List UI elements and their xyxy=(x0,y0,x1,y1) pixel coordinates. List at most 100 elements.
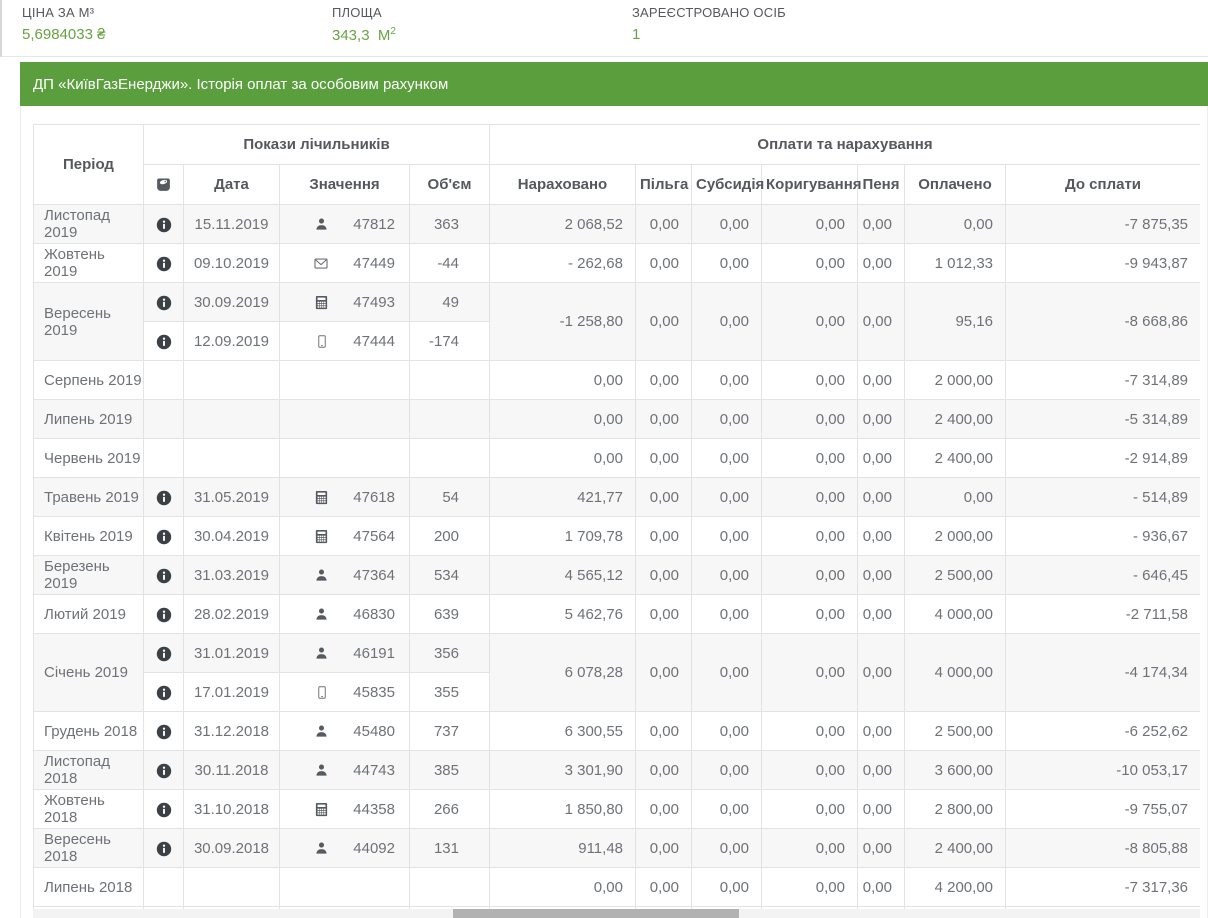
paid-cell: 2 500,00 xyxy=(905,556,1006,595)
reading-value-cell xyxy=(280,400,410,439)
table-row: Листопад 201830.11.2018447433853 301,900… xyxy=(34,751,1201,790)
penalty-cell: 0,00 xyxy=(858,556,905,595)
benefit-cell: 0,00 xyxy=(636,517,692,556)
adjustment-cell: 0,00 xyxy=(762,634,858,712)
info-icon[interactable] xyxy=(156,490,172,506)
stat-label: ПЛОЩА xyxy=(332,5,632,20)
info-icon[interactable] xyxy=(156,217,172,233)
adjustment-cell: 0,00 xyxy=(762,829,858,868)
info-icon[interactable] xyxy=(156,568,172,584)
reading-volume-cell: 54 xyxy=(410,478,490,517)
due-cell: -7 875,35 xyxy=(1006,205,1201,244)
reading-volume-cell: 355 xyxy=(410,673,490,712)
reading-info-cell xyxy=(144,400,184,439)
charged-cell: 4 565,12 xyxy=(490,556,636,595)
paid-cell: 1 012,33 xyxy=(905,244,1006,283)
reading-info-cell xyxy=(144,556,184,595)
calculator-icon xyxy=(314,295,329,310)
charged-cell: 6 078,28 xyxy=(490,634,636,712)
benefit-cell: 0,00 xyxy=(636,868,692,907)
adjustment-cell: 0,00 xyxy=(762,595,858,634)
paid-cell: 0,00 xyxy=(905,205,1006,244)
user-icon xyxy=(314,607,329,622)
charged-cell: 1 850,80 xyxy=(490,790,636,829)
header-benefit: Пільга xyxy=(636,165,692,205)
reading-volume-cell: 639 xyxy=(410,595,490,634)
benefit-cell: 0,00 xyxy=(636,361,692,400)
paid-cell: 4 200,00 xyxy=(905,868,1006,907)
reading-info-cell xyxy=(144,361,184,400)
reading-value-cell: 46191 xyxy=(280,634,410,673)
table-row: Березень 201931.03.2019473645344 565,120… xyxy=(34,556,1201,595)
info-icon[interactable] xyxy=(156,256,172,272)
period-cell: Листопад 2019 xyxy=(34,205,144,244)
due-cell: -2 711,58 xyxy=(1006,595,1201,634)
period-cell: Серпень 2019 xyxy=(34,361,144,400)
stat-value: 1 xyxy=(632,26,786,43)
reading-value: 45835 xyxy=(351,684,395,701)
info-icon[interactable] xyxy=(156,802,172,818)
info-icon[interactable] xyxy=(156,646,172,662)
penalty-cell: 0,00 xyxy=(858,439,905,478)
period-cell: Квітень 2019 xyxy=(34,517,144,556)
subsidy-cell: 0,00 xyxy=(692,361,762,400)
reading-date-cell: 28.02.2019 xyxy=(184,595,280,634)
reading-value-cell: 47812 xyxy=(280,205,410,244)
stat-area: ПЛОЩА 343,3 М2 xyxy=(332,4,632,56)
info-icon[interactable] xyxy=(156,685,172,701)
benefit-cell: 0,00 xyxy=(636,829,692,868)
table-row: Серпень 20190,000,000,000,000,002 000,00… xyxy=(34,361,1201,400)
benefit-cell: 0,00 xyxy=(636,556,692,595)
table-row: Вересень 201930.09.20194749349-1 258,800… xyxy=(34,283,1201,322)
reading-value-cell: 45835 xyxy=(280,673,410,712)
charged-cell: -1 258,80 xyxy=(490,283,636,361)
reading-info-cell xyxy=(144,478,184,517)
reading-value: 47444 xyxy=(351,333,395,350)
reading-info-cell xyxy=(144,673,184,712)
stat-label: ЗАРЕЄСТРОВАНО ОСІБ xyxy=(632,5,786,20)
benefit-cell: 0,00 xyxy=(636,400,692,439)
paid-cell: 4 000,00 xyxy=(905,595,1006,634)
charged-cell: 1 709,78 xyxy=(490,517,636,556)
table-row: Червень 20190,000,000,000,000,002 400,00… xyxy=(34,439,1201,478)
due-cell: -7 314,89 xyxy=(1006,361,1201,400)
calculator-icon xyxy=(314,490,329,505)
info-icon[interactable] xyxy=(156,841,172,857)
header-meter xyxy=(144,165,184,205)
subsidy-cell: 0,00 xyxy=(692,712,762,751)
period-cell: Вересень 2018 xyxy=(34,829,144,868)
reading-value-cell: 47444 xyxy=(280,322,410,361)
charged-cell: 0,00 xyxy=(490,400,636,439)
reading-value-cell: 44743 xyxy=(280,751,410,790)
benefit-cell: 0,00 xyxy=(636,751,692,790)
info-icon[interactable] xyxy=(156,724,172,740)
info-icon[interactable] xyxy=(156,763,172,779)
charged-cell: 911,48 xyxy=(490,829,636,868)
reading-value-cell xyxy=(280,361,410,400)
reading-date-cell: 31.10.2018 xyxy=(184,790,280,829)
reading-value: 44092 xyxy=(351,840,395,857)
penalty-cell: 0,00 xyxy=(858,634,905,712)
user-icon xyxy=(314,646,329,661)
reading-value-cell xyxy=(280,868,410,907)
reading-date-cell: 09.10.2019 xyxy=(184,244,280,283)
info-icon[interactable] xyxy=(156,295,172,311)
info-icon[interactable] xyxy=(156,529,172,545)
subsidy-cell: 0,00 xyxy=(692,205,762,244)
reading-date-cell xyxy=(184,439,280,478)
adjustment-cell: 0,00 xyxy=(762,517,858,556)
reading-date-cell: 15.11.2019 xyxy=(184,205,280,244)
due-cell: -4 174,34 xyxy=(1006,634,1201,712)
period-cell: Жовтень 2018 xyxy=(34,790,144,829)
reading-volume-cell xyxy=(410,361,490,400)
info-icon[interactable] xyxy=(156,607,172,623)
benefit-cell: 0,00 xyxy=(636,634,692,712)
due-cell: - 936,67 xyxy=(1006,517,1201,556)
reading-info-cell xyxy=(144,517,184,556)
reading-info-cell xyxy=(144,751,184,790)
period-cell: Листопад 2018 xyxy=(34,751,144,790)
benefit-cell: 0,00 xyxy=(636,283,692,361)
header-charged: Нараховано xyxy=(490,165,636,205)
info-icon[interactable] xyxy=(156,334,172,350)
header-subsidy: Субсидія xyxy=(692,165,762,205)
